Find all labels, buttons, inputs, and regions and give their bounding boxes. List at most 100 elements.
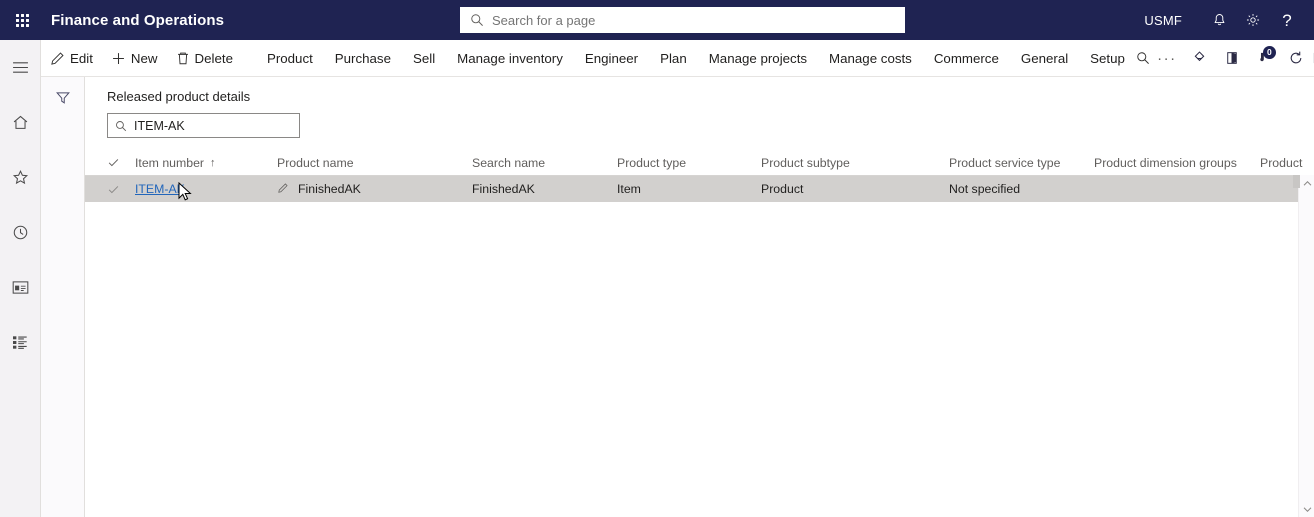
hamburger-icon [13,61,28,73]
column-header-product-dimension-groups[interactable]: Product dimension groups [1094,156,1260,170]
modules-list-icon [13,335,27,349]
open-in-new-button[interactable] [1216,40,1248,77]
tab-engineer[interactable]: Engineer [574,40,649,77]
global-search-input[interactable]: Search for a page [460,7,905,33]
row-select-checkbox[interactable] [107,183,135,196]
scroll-down-button[interactable] [1299,501,1314,517]
column-header-product-service-type[interactable]: Product service type [949,156,1094,170]
sidebar-item-workspaces[interactable] [0,268,41,306]
column-header-item-number-label: Item number [135,155,205,170]
share-icon [1195,50,1205,61]
settings-button[interactable] [1236,0,1270,40]
open-in-new-icon [1227,52,1237,64]
column-header-product-type[interactable]: Product type [617,156,761,170]
pencil-icon [277,182,289,197]
page-title: Released product details [107,89,251,104]
tab-sell[interactable]: Sell [402,40,446,77]
tab-plan[interactable]: Plan [649,40,698,77]
bell-icon [1213,13,1225,25]
column-header-search-name[interactable]: Search name [472,156,617,170]
column-header-item-number[interactable]: Item number ↑ [135,156,277,170]
sidebar-item-modules[interactable] [0,323,41,361]
delete-button-label: Delete [194,50,233,66]
tab-setup[interactable]: Setup [1079,40,1136,77]
action-pane: Edit New Delete Product Purchase Sell Ma… [41,40,1314,77]
edit-button[interactable]: Edit [41,40,102,77]
sort-ascending-icon: ↑ [210,156,216,169]
global-search[interactable]: Search for a page [460,7,905,33]
cell-item-number[interactable]: ITEM-AK [135,182,277,196]
scroll-up-button[interactable] [1299,175,1314,191]
search-icon [1137,52,1149,64]
tab-manage-costs[interactable]: Manage costs [818,40,923,77]
tab-general[interactable]: General [1010,40,1079,77]
sidebar-item-hamburger[interactable] [0,48,41,86]
chevron-up-icon [1303,180,1311,186]
search-icon [471,14,483,26]
notifications-button[interactable] [1202,0,1236,40]
help-button[interactable]: ? [1270,0,1304,40]
refresh-button[interactable] [1280,40,1312,77]
cell-search-name: FinishedAK [472,182,535,196]
quick-filter-value: ITEM-AK [134,118,185,133]
app-launcher-button[interactable] [0,0,44,40]
chevron-down-icon [1303,506,1311,512]
global-search-placeholder: Search for a page [492,12,596,28]
header-right-actions: USMF ? [1144,0,1314,40]
tab-product[interactable]: Product [256,40,324,77]
app-title: Finance and Operations [51,11,225,29]
cell-product-subtype: Product [761,182,804,196]
column-header-product-name[interactable]: Product name [277,156,472,170]
left-navigation-rail [0,40,41,517]
tab-manage-projects[interactable]: Manage projects [698,40,818,77]
share-button[interactable] [1184,40,1216,77]
annotation-button[interactable]: 0 [1248,40,1280,77]
tab-manage-inventory[interactable]: Manage inventory [446,40,574,77]
cell-product-name-value: FinishedAK [298,182,361,196]
question-mark-icon: ? [1282,10,1292,30]
new-button[interactable]: New [102,40,167,77]
app-launcher-icon [15,13,29,27]
cell-product-name[interactable]: FinishedAK [277,182,472,197]
scrollbar-thumb[interactable] [1293,175,1300,188]
gear-icon [1246,13,1260,27]
home-icon [13,115,28,129]
item-number-link[interactable]: ITEM-AK [135,182,185,196]
grid-header-row: Item number ↑ Product name Search name P… [85,150,1314,176]
trash-icon [177,52,188,64]
workspace-icon [12,280,29,294]
column-header-product[interactable]: Product [1260,156,1314,170]
star-icon [12,169,29,184]
app-header: Finance and Operations Search for a page… [0,0,1314,40]
checkmark-icon [108,159,119,167]
pencil-icon [51,51,64,65]
search-icon [116,120,127,131]
main-content: Released product details ITEM-AK Item nu… [85,77,1314,517]
delete-button[interactable]: Delete [167,40,242,77]
cell-product-service-type: Not specified [949,182,1021,196]
filter-pane-button[interactable] [41,81,85,115]
refresh-icon [1290,51,1302,64]
action-pane-search-button[interactable] [1136,40,1150,77]
checkmark-icon [108,185,119,193]
cell-product-type: Item [617,182,641,196]
sidebar-item-favorites[interactable] [0,158,41,196]
new-button-label: New [130,50,158,66]
overflow-menu-button[interactable]: ··· [1150,40,1184,77]
sidebar-item-recent[interactable] [0,213,41,251]
released-products-grid: Item number ↑ Product name Search name P… [85,150,1314,202]
plus-icon [112,52,124,64]
action-pane-right-icons: ··· 0 [1150,40,1314,77]
company-selector[interactable]: USMF [1144,13,1182,28]
grid-vertical-scrollbar[interactable] [1293,175,1314,517]
tab-purchase[interactable]: Purchase [324,40,402,77]
tab-commerce[interactable]: Commerce [923,40,1010,77]
edit-button-label: Edit [70,50,93,66]
filter-rail [41,77,85,517]
annotation-badge: 0 [1262,45,1276,59]
select-all-header[interactable] [107,156,135,169]
sidebar-item-home[interactable] [0,103,41,141]
quick-filter-input[interactable]: ITEM-AK [107,113,300,138]
column-header-product-subtype[interactable]: Product subtype [761,156,949,170]
table-row[interactable]: ITEM-AK FinishedAK FinishedAK Item Produ… [85,176,1314,202]
